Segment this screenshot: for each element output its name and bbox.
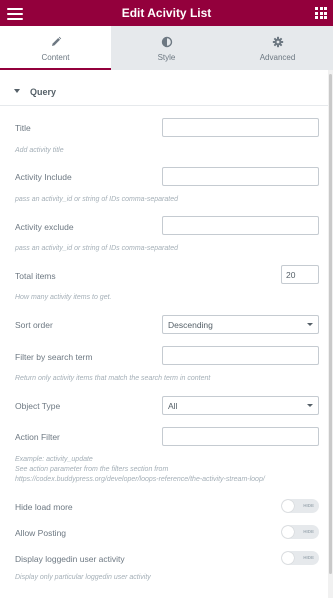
sort-order-label: Sort order: [15, 320, 53, 330]
action-filter-input[interactable]: [162, 427, 319, 446]
activity-include-label: Activity Include: [15, 172, 72, 182]
toggle-knob: [282, 500, 294, 512]
loggedin-activity-toggle[interactable]: HIDE: [281, 551, 319, 565]
caret-down-icon: [14, 89, 20, 93]
title-input[interactable]: [162, 118, 319, 137]
action-filter-description: See action parameter from the filters se…: [15, 466, 169, 473]
tab-content-label: Content: [41, 53, 70, 62]
total-items-label: Total items: [15, 271, 56, 281]
hide-load-more-label: Hide load more: [15, 502, 73, 512]
editor-header: Edit Acivity List: [0, 0, 333, 26]
pencil-icon: [0, 36, 111, 48]
gear-icon: [222, 36, 333, 48]
allow-posting-label: Allow Posting: [15, 528, 67, 538]
toggle-state: HIDE: [303, 503, 314, 508]
allow-posting-toggle[interactable]: HIDE: [281, 525, 319, 539]
activity-include-description: pass an activity_id or string of IDs com…: [15, 196, 179, 203]
total-items-description: How many activity items to get.: [15, 294, 112, 301]
search-term-label: Filter by search term: [15, 352, 93, 362]
loggedin-activity-description: Display only particular loggedin user ac…: [15, 574, 151, 581]
widgets-grid-icon[interactable]: [315, 7, 327, 19]
section-query-header[interactable]: Query: [0, 78, 328, 106]
hide-load-more-toggle[interactable]: HIDE: [281, 499, 319, 513]
tab-advanced[interactable]: Advanced: [222, 26, 333, 70]
section-title: Query: [30, 87, 57, 97]
action-filter-example: Example: activity_update: [15, 456, 93, 463]
controls-panel: Query Title Add activity title Activity …: [0, 70, 328, 598]
dropdown-arrow-icon: [307, 323, 313, 326]
object-type-label: Object Type: [15, 401, 61, 411]
panel-scrollbar[interactable]: [328, 70, 333, 598]
activity-exclude-description: pass an activity_id or string of IDs com…: [15, 245, 179, 252]
activity-exclude-label: Activity exclude: [15, 222, 74, 232]
toggle-state: HIDE: [303, 529, 314, 534]
action-filter-link[interactable]: https://codex.buddypress.org/developer/l…: [15, 475, 265, 485]
title-label: Title: [15, 123, 31, 133]
tab-content[interactable]: Content: [0, 26, 111, 70]
tab-advanced-label: Advanced: [259, 53, 296, 62]
scrollbar-thumb[interactable]: [329, 74, 332, 574]
loggedin-activity-label: Display loggedin user activity: [15, 554, 125, 564]
object-type-select[interactable]: All: [162, 396, 319, 415]
action-filter-label: Action Filter: [15, 432, 60, 442]
activity-include-input[interactable]: [162, 167, 319, 186]
total-items-number-input[interactable]: 20: [281, 265, 319, 284]
title-description: Add activity title: [15, 147, 64, 154]
toggle-knob: [282, 526, 294, 538]
tab-style[interactable]: Style: [111, 26, 222, 70]
sort-order-value: Descending: [168, 320, 213, 330]
toggle-knob: [282, 552, 294, 564]
panel-title: Edit Acivity List: [121, 6, 212, 20]
search-term-description: Return only activity items that match th…: [15, 375, 211, 382]
object-type-value: All: [168, 401, 178, 411]
sort-order-select[interactable]: Descending: [162, 315, 319, 334]
activity-exclude-input[interactable]: [162, 216, 319, 235]
tab-style-label: Style: [157, 53, 176, 62]
dropdown-arrow-icon: [307, 404, 313, 407]
half-circle-icon: [111, 36, 222, 48]
search-term-input[interactable]: [162, 346, 319, 365]
toggle-state: HIDE: [303, 555, 314, 560]
editor-tabs: Content Style Advanced: [0, 26, 333, 70]
